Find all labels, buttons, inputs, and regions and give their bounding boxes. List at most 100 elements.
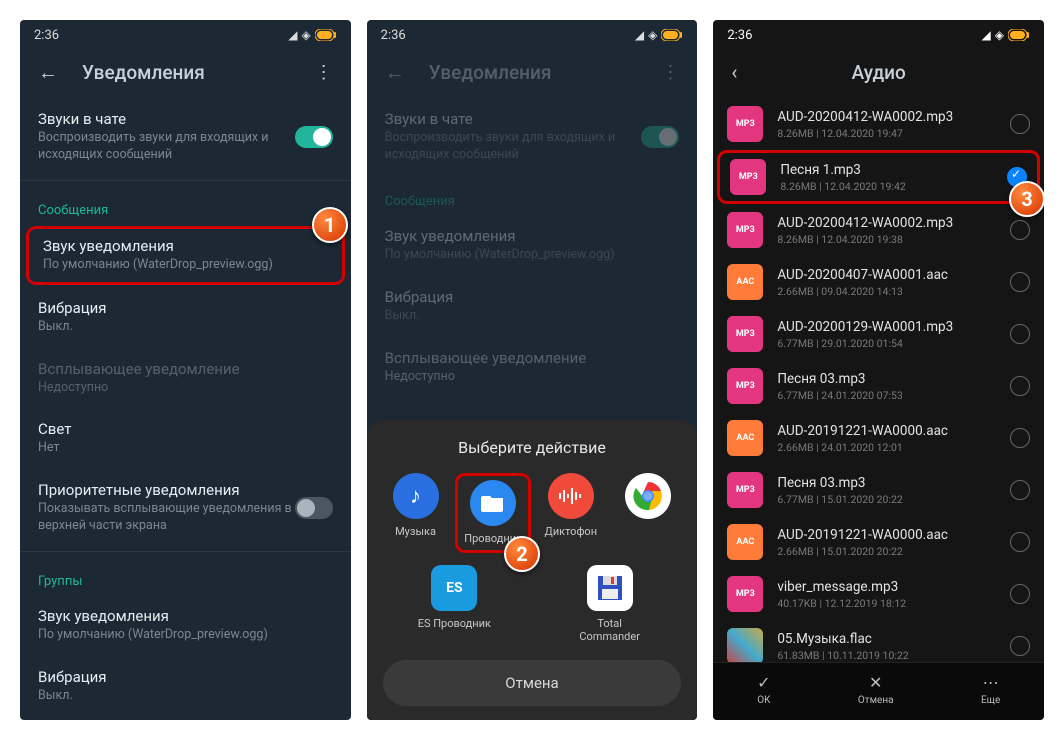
page-title: Уведомления [82, 61, 315, 84]
filetype-icon: AAC [727, 420, 763, 456]
select-radio[interactable] [1010, 584, 1030, 604]
audio-item[interactable]: AACAUD-20200407-WA0001.aac2.66MB | 09.04… [713, 256, 1044, 308]
app-bar: ← Уведомления ⋮ [20, 46, 351, 98]
app-bar: ‹ Аудио [713, 46, 1044, 98]
music-note-icon: ♪ [393, 473, 439, 519]
select-radio[interactable] [1010, 636, 1030, 656]
audio-item[interactable]: MP3 Песня 03.mp3 6.77MB | 24.01.2020 07:53 [713, 360, 1044, 412]
battery-icon [315, 29, 337, 41]
check-icon: ✓ [757, 673, 770, 692]
floppy-icon [587, 565, 633, 611]
select-radio[interactable] [1010, 428, 1030, 448]
filetype-icon: MP3 [730, 159, 766, 195]
file-name: AUD-20200407-WA0001.aac [777, 267, 1010, 283]
file-name: Песня 03.mp3 [777, 371, 1010, 387]
light-row[interactable]: Свет Нет [20, 408, 351, 469]
more-icon[interactable]: ⋮ [315, 62, 333, 83]
filetype-icon: AAC [727, 524, 763, 560]
dots-icon: ⋯ [981, 673, 1000, 692]
file-name: AUD-20191221-WA0000.aac [777, 423, 1010, 439]
status-icons: ◢ ◈ [635, 28, 683, 42]
signal-icon: ◢ [288, 28, 297, 42]
audio-item[interactable]: MP3AUD-20200412-WA0002.mp38.26MB | 12.04… [713, 98, 1044, 150]
more-icon: ⋮ [661, 62, 679, 83]
filetype-icon: MP3 [727, 106, 763, 142]
ok-button[interactable]: ✓OK [757, 673, 770, 706]
app-tc[interactable]: Total Commander [571, 565, 649, 645]
audio-item[interactable]: MP3Песня 03.mp36.77MB | 15.01.2020 20:22 [713, 464, 1044, 516]
select-radio[interactable] [1010, 114, 1030, 134]
section-messages: Сообщения [20, 185, 351, 224]
select-radio[interactable] [1010, 480, 1030, 500]
file-meta: 2.66MB | 24.01.2020 12:01 [777, 441, 1010, 454]
audio-item[interactable]: MP3AUD-20200129-WA0001.mp36.77MB | 29.01… [713, 308, 1044, 360]
app-chrome[interactable] [610, 473, 688, 553]
file-meta: 40.17KB | 12.12.2019 18:12 [777, 597, 1010, 610]
status-bar: 2:36 ◢ ◈ [20, 20, 351, 46]
select-radio[interactable] [1010, 532, 1030, 552]
priority-row[interactable]: Приоритетные уведомления Показывать вспл… [20, 469, 351, 547]
file-name: viber_message.mp3 [777, 579, 1010, 595]
status-icons: ◢ ◈ [982, 28, 1030, 42]
group-sound-row[interactable]: Звук уведомления По умолчанию (WaterDrop… [20, 595, 351, 656]
signal-icon: ◢ [635, 28, 644, 42]
status-time: 2:36 [34, 28, 59, 43]
priority-toggle[interactable] [295, 497, 333, 519]
file-name: Песня 1.mp3 [780, 162, 1007, 178]
file-meta: 6.77MB | 24.01.2020 07:53 [777, 389, 1010, 402]
notification-sound-row[interactable]: Звук уведомления По умолчанию (WaterDrop… [26, 226, 345, 285]
battery-icon [661, 29, 683, 41]
sheet-title: Выберите действие [377, 438, 688, 457]
app-bar: ← Уведомления ⋮ [367, 46, 698, 98]
section-groups: Группы [20, 556, 351, 595]
file-meta: 6.77MB | 29.01.2020 01:54 [777, 337, 1010, 350]
app-es[interactable]: ES ES Проводник [416, 565, 494, 645]
group-vibration-row[interactable]: Вибрация Выкл. [20, 656, 351, 717]
audio-list[interactable]: MP3 AUD-20200412-WA0002.mp3 8.26MB | 12.04… [713, 98, 1044, 672]
more-button[interactable]: ⋯Еще [981, 673, 1000, 706]
chat-sounds-row[interactable]: Звуки в чате Воспроизводить звуки для вх… [20, 98, 351, 176]
wifi-icon: ◈ [648, 28, 657, 42]
app-files[interactable]: Проводник 2 [454, 473, 532, 553]
file-meta: 8.26MB | 12.04.2020 19:38 [777, 233, 1010, 246]
audio-item[interactable]: AAC AUD-20191221-WA0000.aac 2.66MB | 24.01… [713, 412, 1044, 464]
file-meta: 8.26MB | 12.04.2020 19:42 [780, 180, 1007, 193]
action-sheet: Выберите действие ♪ Музыка Проводник 2 [367, 420, 698, 720]
select-radio[interactable] [1010, 376, 1030, 396]
status-time: 2:36 [727, 28, 752, 43]
audio-item[interactable]: MP3AUD-20200412-WA0002.mp38.26MB | 12.04… [713, 204, 1044, 256]
file-name: Песня 03.mp3 [777, 475, 1010, 491]
filetype-icon: AAC [727, 264, 763, 300]
wifi-icon: ◈ [301, 28, 310, 42]
filetype-icon: MP3 [727, 472, 763, 508]
filetype-icon: MP3 [727, 368, 763, 404]
popup-row: Всплывающее уведомление Недоступно [20, 348, 351, 409]
file-meta: 61.83MB | 10.11.2019 10:22 [777, 649, 1010, 662]
select-radio[interactable] [1010, 324, 1030, 344]
audio-item[interactable]: MP3 viber_message.mp3 40.17KB | 12.12.2019… [713, 568, 1044, 620]
back-icon[interactable]: ← [38, 60, 58, 85]
close-icon: ✕ [858, 673, 894, 692]
select-radio[interactable] [1010, 220, 1030, 240]
badge-2: 2 [504, 536, 540, 572]
cancel-button[interactable]: Отмена [383, 660, 682, 706]
audio-item[interactable]: AACAUD-20191221-WA0000.aac2.66MB | 15.01… [713, 516, 1044, 568]
cancel-button[interactable]: ✕Отмена [858, 673, 894, 706]
chat-sounds-toggle[interactable] [295, 126, 333, 148]
file-name: AUD-20200412-WA0002.mp3 [777, 109, 1010, 125]
wifi-icon: ◈ [995, 28, 1004, 42]
page-title: Аудио [731, 61, 1026, 84]
filetype-icon: MP3 [727, 316, 763, 352]
app-recorder[interactable]: Диктофон [532, 473, 610, 553]
filetype-icon: MP3 [727, 576, 763, 612]
vibration-row[interactable]: Вибрация Выкл. [20, 287, 351, 348]
app-music[interactable]: ♪ Музыка [377, 473, 455, 553]
signal-icon: ◢ [982, 28, 991, 42]
status-bar: 2:36 ◢ ◈ [713, 20, 1044, 46]
badge-1: 1 [312, 207, 348, 243]
waveform-icon [548, 473, 594, 519]
file-name: AUD-20191221-WA0000.aac [777, 527, 1010, 543]
screen-1-notifications: 2:36 ◢ ◈ ← Уведомления ⋮ Звуки в чате Во… [20, 20, 351, 720]
audio-item[interactable]: MP3Песня 1.mp38.26MB | 12.04.2020 19:423 [717, 150, 1040, 204]
select-radio[interactable] [1010, 272, 1030, 292]
